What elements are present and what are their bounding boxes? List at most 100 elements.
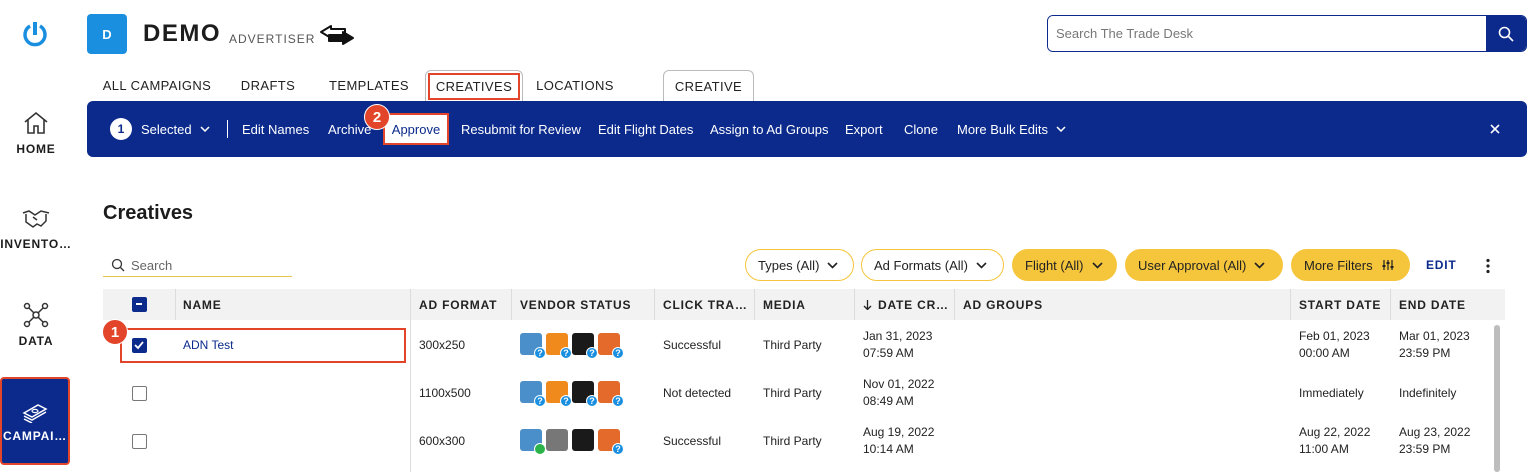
date-created-time: 10:14 AM — [863, 442, 914, 456]
edit-names-button[interactable]: Edit Names — [242, 101, 309, 157]
date-created-cell: Nov 01, 2022 — [863, 377, 935, 391]
col-click-tracking[interactable]: CLICK TRA… — [663, 289, 755, 320]
google-vendor-icon[interactable] — [520, 429, 546, 455]
filter-flight[interactable]: Flight (All) — [1012, 249, 1117, 281]
chevron-down-icon — [827, 261, 838, 269]
edit-flight-dates-button[interactable]: Edit Flight Dates — [598, 101, 693, 157]
end-date-time: 23:59 PM — [1399, 346, 1451, 360]
edit-columns-link[interactable]: EDIT — [1426, 258, 1457, 272]
date-created-time: 07:59 AM — [863, 346, 914, 360]
col-vendor-status[interactable]: VENDOR STATUS — [520, 289, 650, 320]
tab-creatives[interactable]: CREATIVES — [425, 70, 523, 101]
brand-vendor-icon[interactable]: ? — [598, 333, 624, 359]
resubmit-button[interactable]: Resubmit for Review — [461, 101, 581, 157]
filter-types[interactable]: Types (All) — [745, 249, 854, 281]
col-date-created[interactable]: DATE CR… — [863, 289, 953, 320]
switch-advertiser-icon[interactable] — [319, 24, 355, 46]
global-search-button[interactable] — [1486, 16, 1526, 51]
col-end-date[interactable]: END DATE — [1399, 289, 1499, 320]
selected-count-dropdown[interactable]: 1 Selected — [110, 101, 210, 157]
chevron-down-icon — [1254, 261, 1265, 269]
filter-user-approval-label: User Approval (All) — [1138, 257, 1247, 273]
filter-more-label: More Filters — [1304, 257, 1373, 273]
bulk-action-bar: 1 Selected Edit Names Archive Approve Re… — [87, 101, 1527, 157]
step-1-annotation: 1 — [102, 319, 128, 345]
close-icon[interactable] — [1489, 123, 1501, 135]
filter-ad-formats[interactable]: Ad Formats (All) — [861, 249, 1004, 281]
table-row[interactable]: 1100x500 ? ? ? ? Not detected Third Part… — [103, 369, 1505, 417]
global-search-input[interactable] — [1048, 16, 1486, 51]
col-name[interactable]: NAME — [183, 289, 403, 320]
tab-templates[interactable]: TEMPLATES — [327, 70, 411, 101]
rail-inventory[interactable]: INVENTO… — [0, 205, 72, 251]
table-scrollbar-thumb[interactable] — [1494, 325, 1500, 472]
ad-format-cell: 600x300 — [419, 434, 466, 448]
tab-drafts[interactable]: DRAFTS — [237, 70, 299, 101]
click-tracking-cell: Not detected — [663, 386, 732, 400]
filter-ad-formats-label: Ad Formats (All) — [874, 257, 968, 273]
basketball-vendor-icon[interactable]: ? — [546, 381, 572, 407]
filter-more[interactable]: More Filters — [1291, 249, 1410, 281]
kebab-menu-icon[interactable] — [1485, 258, 1491, 274]
chevron-down-icon — [1091, 261, 1103, 269]
search-icon — [111, 258, 125, 272]
advertiser-badge[interactable]: D — [87, 14, 127, 54]
google-vendor-icon[interactable]: ? — [520, 333, 546, 359]
start-date-time: 00:00 AM — [1299, 346, 1350, 360]
money-stack-icon — [22, 404, 48, 423]
assign-ad-groups-button[interactable]: Assign to Ad Groups — [710, 101, 829, 157]
vendor-status-cell: ? ? ? ? — [520, 333, 624, 359]
chevron-down-icon — [1056, 126, 1066, 132]
brand-vendor-icon[interactable]: ? — [598, 381, 624, 407]
basketball-vendor-icon[interactable] — [546, 429, 568, 451]
start-date-cell: Feb 01, 2023 — [1299, 329, 1370, 343]
ttd-logo-icon[interactable] — [22, 20, 48, 48]
col-media[interactable]: MEDIA — [763, 289, 853, 320]
windows-vendor-icon[interactable]: ? — [572, 381, 598, 407]
advertiser-type: ADVERTISER — [229, 32, 316, 46]
click-tracking-cell: Successful — [663, 338, 722, 352]
tab-all-campaigns[interactable]: ALL CAMPAIGNS — [95, 70, 219, 101]
col-ad-format[interactable]: AD FORMAT — [419, 289, 509, 320]
ad-format-cell: 300x250 — [419, 338, 466, 352]
select-all-checkbox[interactable] — [132, 297, 147, 312]
basketball-vendor-icon[interactable]: ? — [546, 333, 572, 359]
filter-types-label: Types (All) — [758, 257, 820, 273]
rail-inventory-label: INVENTO… — [0, 237, 72, 251]
date-created-cell: Aug 19, 2022 — [863, 425, 935, 439]
selected-label: Selected — [141, 121, 192, 137]
filter-flight-label: Flight (All) — [1025, 257, 1084, 273]
bulkbar-divider — [227, 120, 228, 138]
google-vendor-icon[interactable]: ? — [520, 381, 546, 407]
rail-home[interactable]: HOME — [0, 110, 72, 156]
brand-vendor-icon[interactable]: ? — [598, 429, 624, 455]
filter-user-approval[interactable]: User Approval (All) — [1125, 249, 1283, 281]
table-header: NAME AD FORMAT VENDOR STATUS CLICK TRA… … — [103, 289, 1505, 320]
rail-data[interactable]: DATA — [0, 302, 72, 348]
more-bulk-edits-button[interactable]: More Bulk Edits — [957, 101, 1066, 157]
end-date-cell: Mar 01, 2023 — [1399, 329, 1470, 343]
vendor-status-cell: ? — [520, 429, 624, 455]
export-button[interactable]: Export — [845, 101, 883, 157]
row-checkbox[interactable] — [132, 434, 147, 449]
clone-button[interactable]: Clone — [904, 101, 938, 157]
windows-vendor-icon[interactable]: ? — [572, 333, 598, 359]
chevron-down-icon — [200, 126, 210, 132]
rail-home-label: HOME — [16, 142, 56, 156]
approve-button[interactable]: Approve — [383, 113, 449, 145]
tab-locations[interactable]: LOCATIONS — [535, 70, 615, 101]
col-ad-groups[interactable]: AD GROUPS — [963, 289, 1163, 320]
row-highlight-annotation — [120, 328, 406, 363]
network-icon — [23, 302, 49, 328]
col-start-date[interactable]: START DATE — [1299, 289, 1389, 320]
rail-campaigns[interactable]: CAMPAI… — [0, 377, 70, 465]
creatives-search — [103, 254, 292, 277]
table-row[interactable]: 600x300 ? Successful Third Party Aug 19,… — [103, 417, 1505, 465]
tab-creative[interactable]: CREATIVE — [663, 70, 754, 101]
windows-vendor-icon[interactable] — [572, 429, 594, 451]
media-cell: Third Party — [763, 386, 822, 400]
creatives-table: NAME AD FORMAT VENDOR STATUS CLICK TRA… … — [103, 289, 1505, 472]
end-date-cell: Indefinitely — [1399, 386, 1457, 400]
creatives-search-input[interactable] — [131, 257, 291, 273]
row-checkbox[interactable] — [132, 386, 147, 401]
